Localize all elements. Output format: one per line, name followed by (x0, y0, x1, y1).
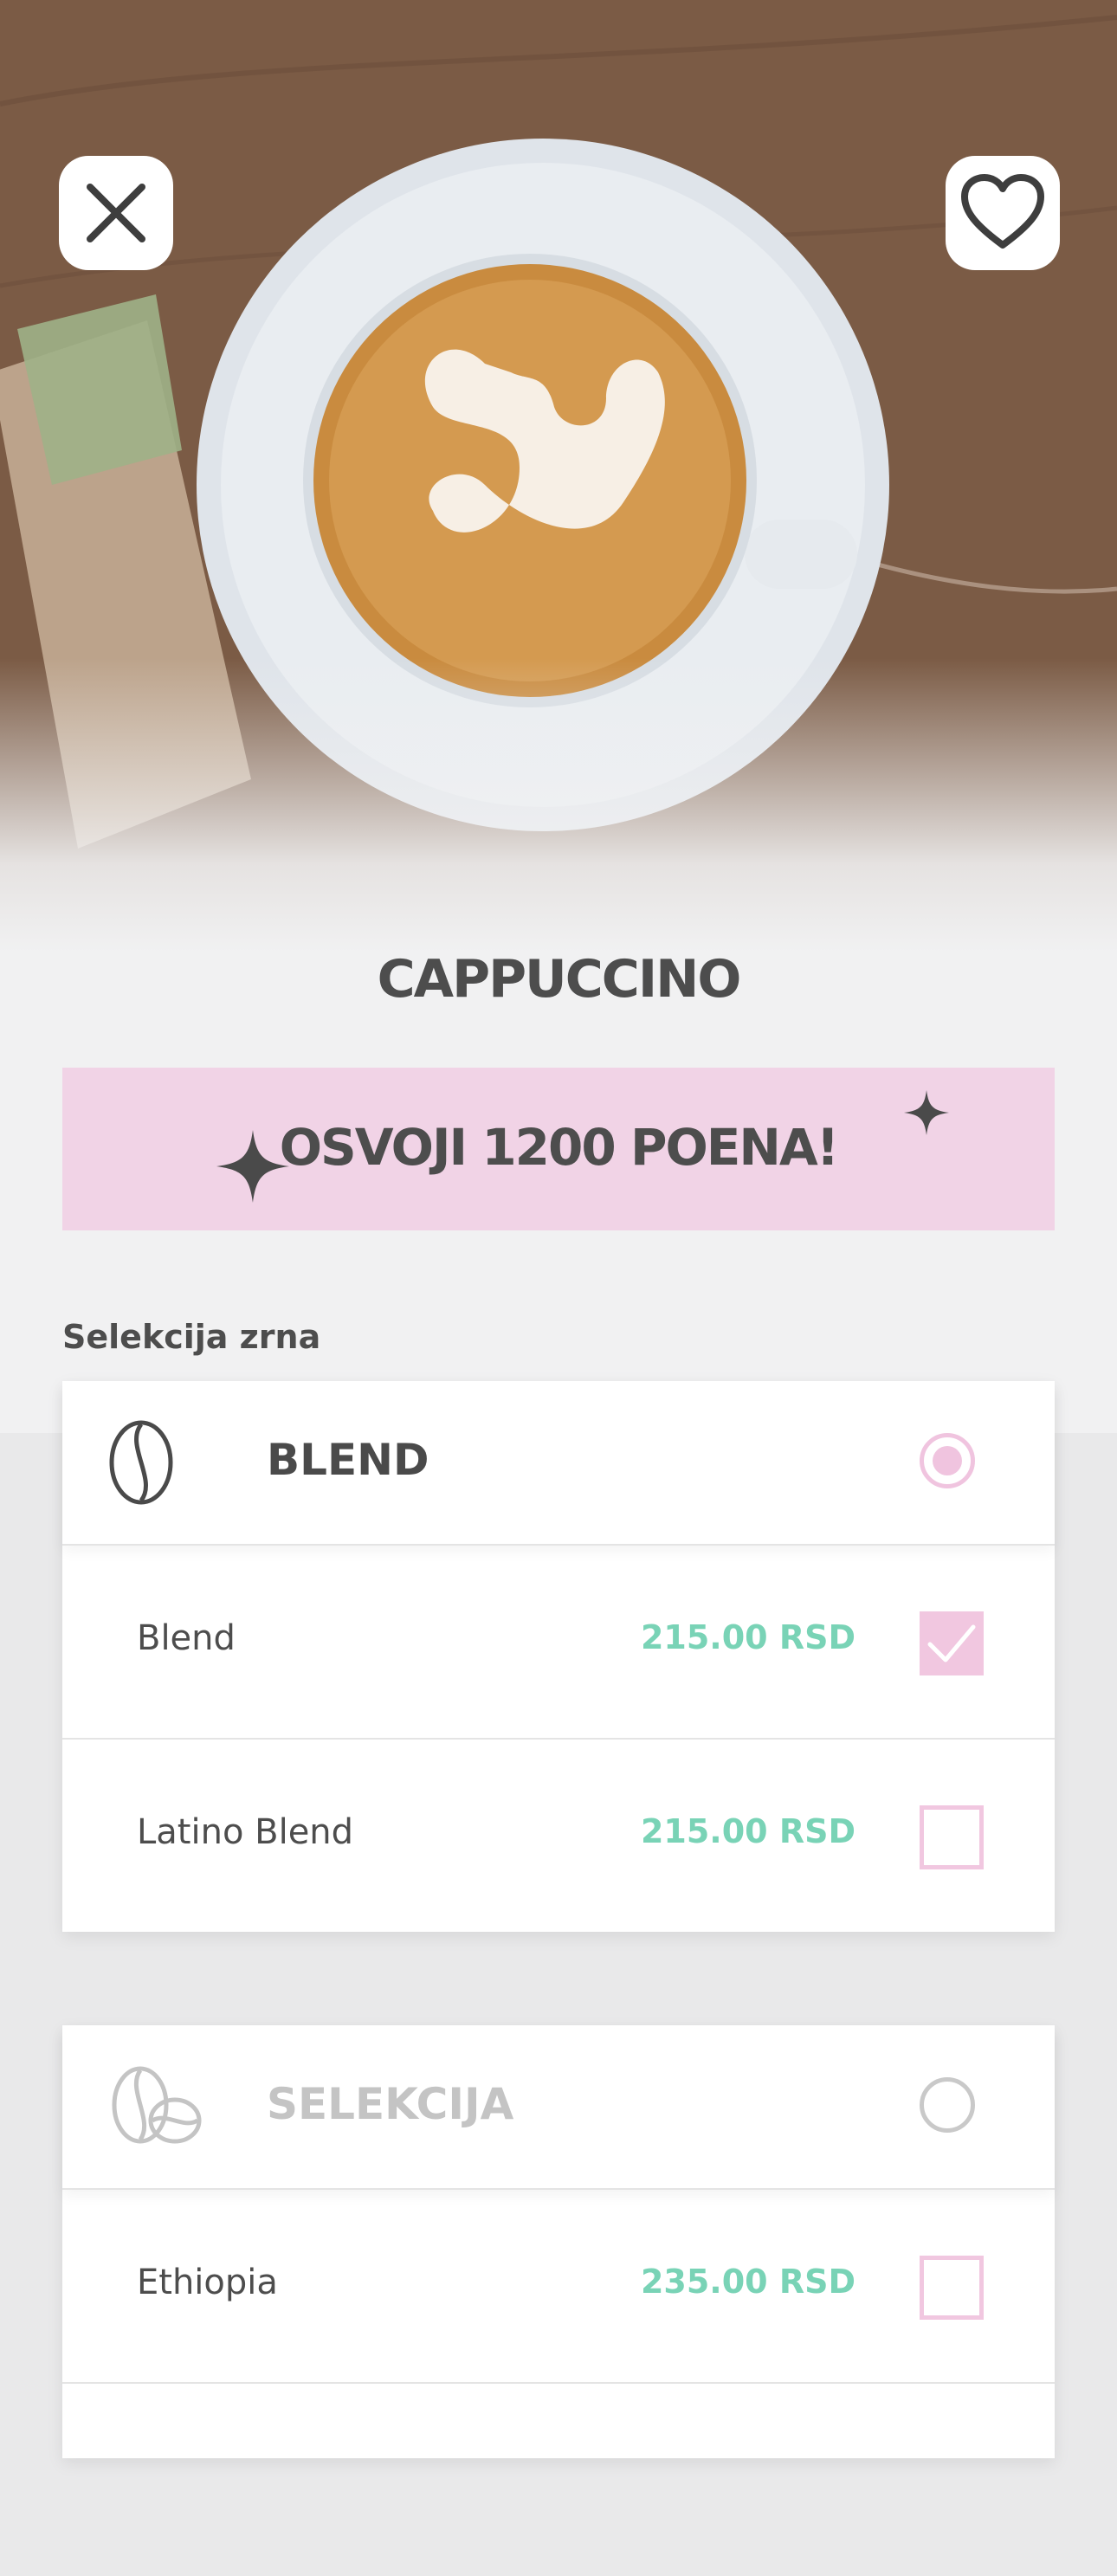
item-name: Ethiopia (137, 2263, 278, 2302)
selekcija-group-title: SELEKCIJA (267, 2079, 514, 2129)
promo-banner[interactable]: OSVOJI 1200 POENA! (62, 1068, 1055, 1230)
top-area: CAPPUCCINO OSVOJI 1200 POENA! Selekcija … (0, 0, 1117, 1433)
blend-radio[interactable] (920, 1433, 975, 1488)
item-price: 235.00 RSD (640, 2263, 856, 2301)
bean-selection-label: Selekcija zrna (62, 1318, 321, 1356)
coffee-beans-icon (112, 2066, 202, 2144)
coffee-bean-icon (109, 1420, 173, 1505)
item-name: Latino Blend (137, 1812, 354, 1852)
checkbox-unchecked[interactable] (920, 2256, 984, 2320)
blend-group-header[interactable]: BLEND (62, 1381, 1055, 1544)
list-item-blend[interactable]: Blend 215.00 RSD (62, 1544, 1055, 1738)
list-item-next[interactable] (62, 2382, 1055, 2576)
heart-icon (961, 174, 1044, 249)
item-name: Blend (137, 1618, 236, 1658)
blend-group-title: BLEND (267, 1435, 429, 1485)
list-item-ethiopia[interactable]: Ethiopia 235.00 RSD (62, 2188, 1055, 2382)
hero-fade (0, 658, 1117, 952)
list-item-latino-blend[interactable]: Latino Blend 215.00 RSD (62, 1738, 1055, 1932)
close-button[interactable] (59, 156, 173, 270)
selekcija-group-header[interactable]: SELEKCIJA (62, 2025, 1055, 2188)
item-price: 215.00 RSD (640, 1812, 856, 1850)
product-photo (0, 0, 1117, 952)
favorite-button[interactable] (946, 156, 1060, 270)
close-icon (87, 184, 145, 242)
item-price: 215.00 RSD (640, 1618, 856, 1656)
blend-card: BLEND Blend 215.00 RSD Latino Blend 215.… (62, 1381, 1055, 1932)
checkbox-unchecked[interactable] (920, 1805, 984, 1869)
promo-text: OSVOJI 1200 POENA! (279, 1118, 840, 1177)
selekcija-radio[interactable] (920, 2077, 975, 2133)
product-title: CAPPUCCINO (377, 949, 742, 1010)
checkbox-checked[interactable] (920, 1611, 984, 1675)
selekcija-card: SELEKCIJA Ethiopia 235.00 RSD (62, 2025, 1055, 2458)
checkmark-icon (927, 1624, 976, 1662)
